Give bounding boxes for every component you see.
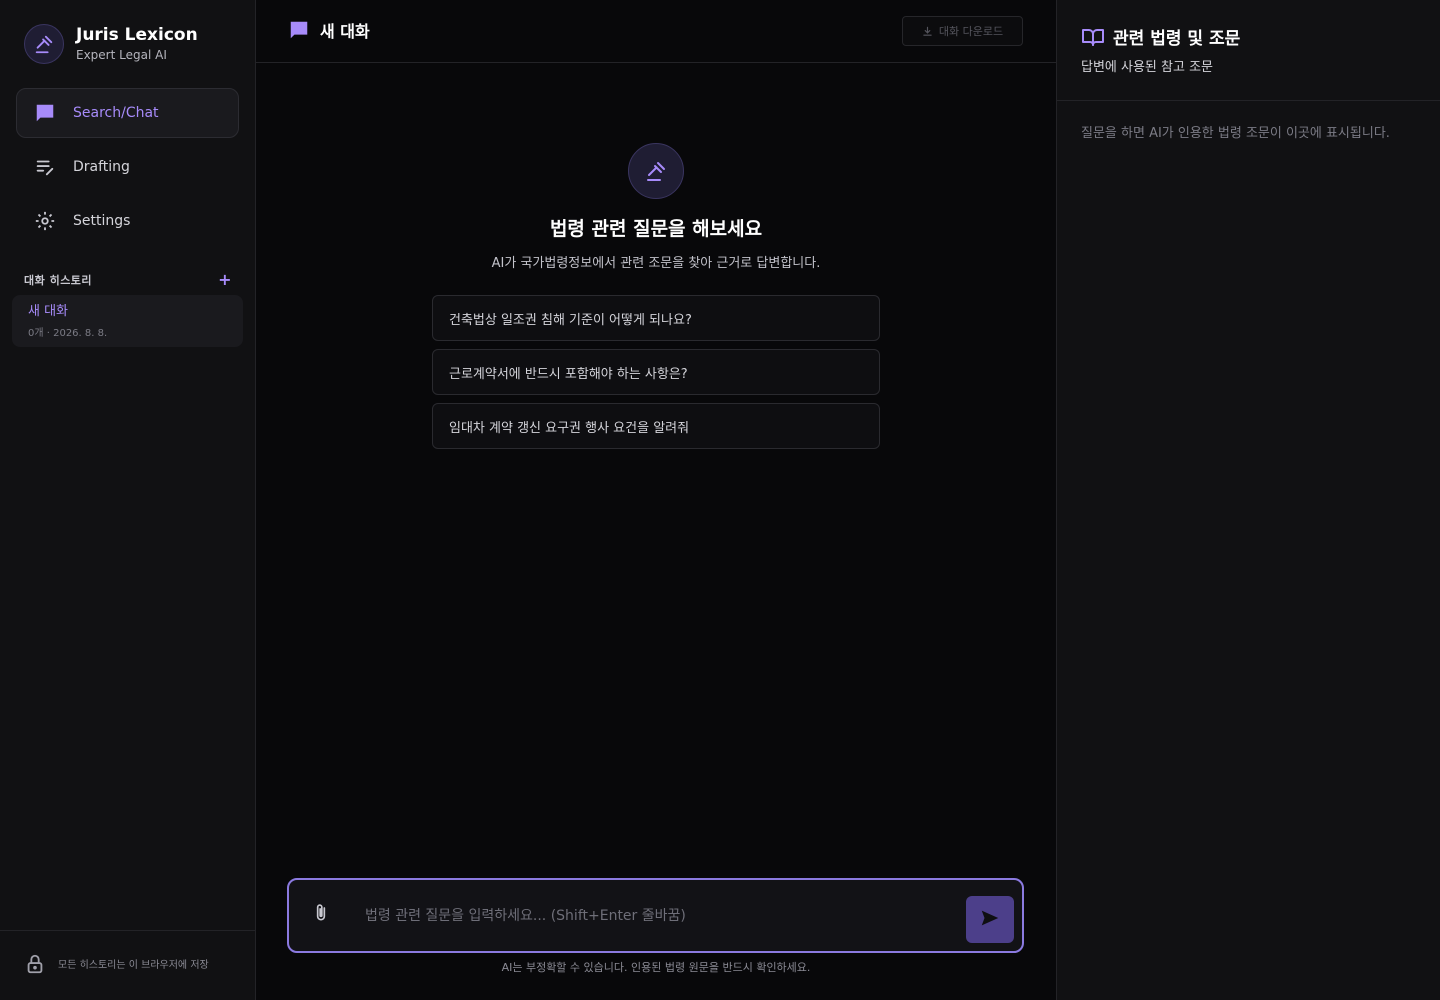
history-item[interactable]: 새 대화 0개 · 2026. 8. 8.: [12, 295, 243, 347]
sidebar-footer: 모든 히스토리는 이 브라우저에 저장: [0, 930, 255, 1000]
references-title: 관련 법령 및 조문: [1081, 24, 1240, 49]
main-nav: Search/Chat Drafting Settings: [16, 88, 239, 250]
download-conversation-button[interactable]: 대화 다운로드: [902, 16, 1023, 46]
chat-main: 새 대화 대화 다운로드 법령 관련 질문을 해보세요 AI가 국가법령정보에서…: [256, 0, 1056, 1000]
brand-subtitle: Expert Legal AI: [76, 48, 167, 62]
references-empty-state: 질문을 하면 AI가 인용한 법령 조문이 이곳에 표시됩니다.: [1081, 126, 1390, 141]
empty-state-subtitle: AI가 국가법령정보에서 관련 조문을 찾아 근거로 답변합니다.: [491, 256, 821, 271]
nav-item-drafting[interactable]: Drafting: [16, 142, 239, 192]
message-input[interactable]: [365, 898, 955, 934]
chat-title: 새 대화: [288, 18, 370, 42]
nav-item-label: Drafting: [73, 159, 130, 175]
gavel-logo-icon: [24, 24, 64, 64]
lock-icon: [24, 953, 46, 979]
nav-item-label: Search/Chat: [73, 105, 159, 121]
chat-icon: [288, 19, 310, 41]
storage-notice: 모든 히스토리는 이 브라우저에 저장: [58, 959, 209, 971]
nav-item-label: Settings: [73, 213, 131, 229]
suggestion-button[interactable]: 근로계약서에 반드시 포함해야 하는 사항은?: [432, 349, 880, 395]
chat-icon: [33, 101, 57, 125]
send-button[interactable]: [966, 896, 1014, 943]
history-title: 대화 히스토리: [24, 273, 93, 287]
suggestion-button[interactable]: 임대차 계약 갱신 요구권 행사 요건을 알려줘: [432, 403, 880, 449]
send-icon: [979, 907, 1001, 933]
sidebar: Juris Lexicon Expert Legal AI Search/Cha…: [0, 0, 256, 1000]
message-composer: [287, 878, 1024, 953]
drafting-icon: [33, 155, 57, 179]
references-subtitle: 답변에 사용된 참고 조문: [1081, 60, 1213, 75]
nav-item-settings[interactable]: Settings: [16, 196, 239, 246]
ai-disclaimer: AI는 부정확할 수 있습니다. 인용된 법령 원문을 반드시 확인하세요.: [501, 961, 811, 974]
references-title-text: 관련 법령 및 조문: [1113, 29, 1241, 49]
history-item-meta: 0개 · 2026. 8. 8.: [28, 328, 108, 339]
suggestion-button[interactable]: 건축법상 일조권 침해 기준이 어떻게 되나요?: [432, 295, 880, 341]
paperclip-icon[interactable]: [311, 902, 331, 928]
download-label: 대화 다운로드: [938, 25, 1004, 38]
gear-icon: [33, 209, 57, 233]
download-icon: [922, 26, 933, 37]
references-header: 관련 법령 및 조문 답변에 사용된 참고 조문: [1057, 0, 1440, 101]
chat-header: 새 대화 대화 다운로드: [256, 0, 1056, 63]
brand-name: Juris Lexicon: [76, 25, 198, 45]
history-header: 대화 히스토리 +: [24, 270, 232, 289]
chat-title-text: 새 대화: [320, 22, 370, 41]
references-panel: 관련 법령 및 조문 답변에 사용된 참고 조문 질문을 하면 AI가 인용한 …: [1056, 0, 1440, 1000]
open-book-icon: [1081, 27, 1105, 47]
add-conversation-button[interactable]: +: [218, 270, 232, 289]
gavel-hero-icon: [628, 143, 684, 199]
brand[interactable]: Juris Lexicon Expert Legal AI: [24, 24, 198, 64]
nav-item-search-chat[interactable]: Search/Chat: [16, 88, 239, 138]
empty-state-title: 법령 관련 질문을 해보세요: [549, 218, 763, 240]
history-item-title: 새 대화: [28, 304, 69, 319]
